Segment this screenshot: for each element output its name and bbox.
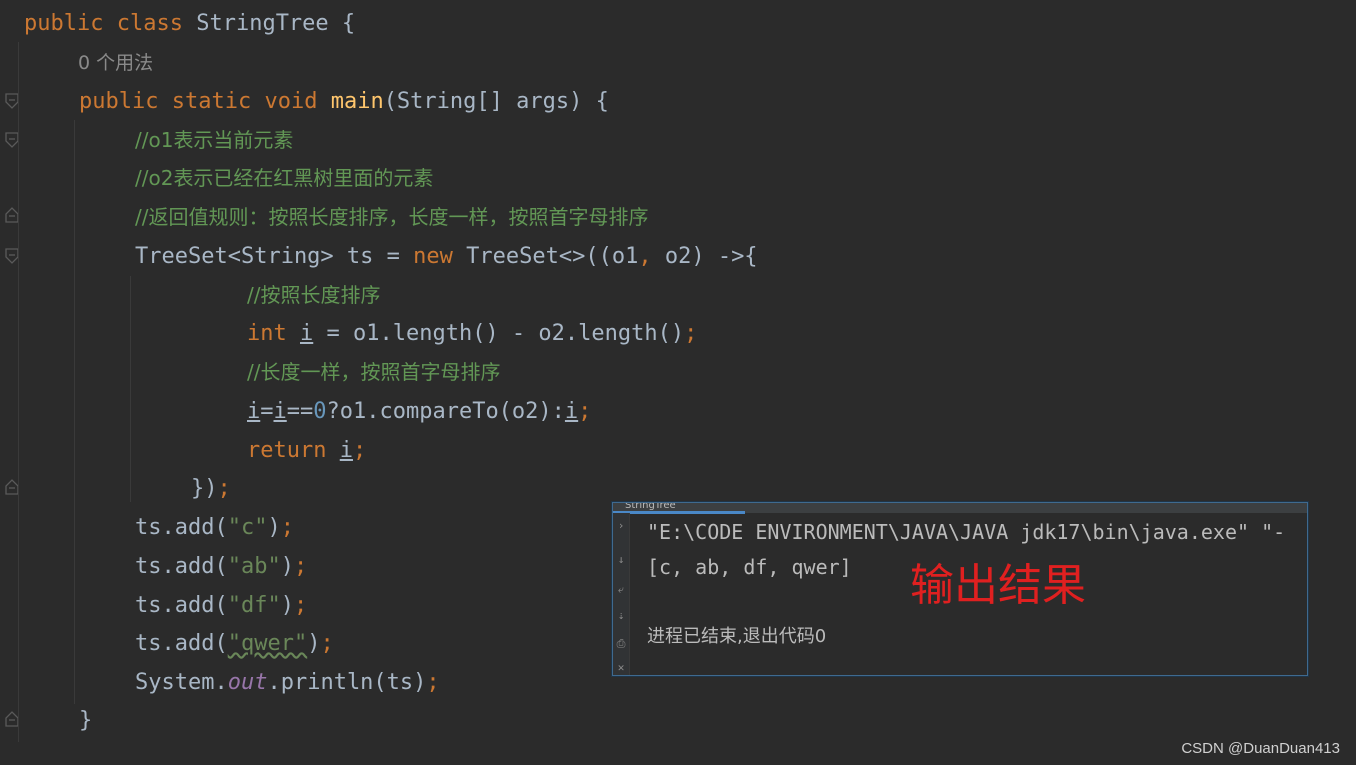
string-literal: "df": [227, 593, 281, 618]
keyword: static: [171, 89, 252, 114]
output-annotation: 输出结果: [910, 560, 1086, 611]
code-text: ts.add(: [135, 515, 228, 540]
console-output: [c, ab, df, qwer]: [647, 555, 852, 579]
number: 0: [313, 399, 327, 424]
code-line-return[interactable]: return i;: [247, 431, 1356, 470]
print-icon[interactable]: ⎙: [614, 637, 628, 651]
punctuation: ;: [578, 399, 592, 424]
run-panel-tabbar: StringTree: [613, 503, 1307, 514]
code-text: (String[] args) {: [383, 89, 609, 114]
comment: //返回值规则：按照长度排序，长度一样，按照首字母排序: [135, 205, 649, 229]
variable: i: [300, 321, 314, 346]
punctuation: ;: [293, 554, 308, 579]
code-line-comment[interactable]: //o2表示已经在红黑树里面的元素: [135, 159, 1356, 198]
code-text: TreeSet<>((o1: [452, 244, 639, 269]
scroll-to-end-icon[interactable]: ⇣: [614, 609, 628, 623]
punctuation: ;: [352, 438, 367, 463]
punctuation: ;: [293, 593, 308, 618]
code-text: o2) ->{: [651, 244, 758, 269]
usage-hint[interactable]: 0 个用法: [78, 45, 153, 81]
comment: //按照长度排序: [247, 283, 381, 307]
console-command-line: "E:\CODE ENVIRONMENT\JAVA\JAVA jdk17\bin…: [647, 520, 1286, 544]
code-text: ): [280, 593, 294, 618]
punctuation: ;: [217, 476, 231, 501]
code-line-comment[interactable]: //返回值规则：按照长度排序，长度一样，按照首字母排序: [135, 198, 1356, 237]
string-literal: "qwer": [227, 631, 308, 656]
string-literal: "ab": [227, 554, 281, 579]
static-field: out: [227, 670, 268, 695]
code-line-ternary[interactable]: i=i==0?o1.compareTo(o2):i;: [247, 392, 1356, 431]
comment: //o2表示已经在红黑树里面的元素: [135, 166, 434, 190]
console-exit-message: 进程已结束,退出代码0: [647, 626, 827, 647]
variable: i: [564, 399, 579, 424]
trash-icon[interactable]: ✕: [614, 661, 628, 675]
code-text: }: [79, 708, 93, 733]
code-line-comment[interactable]: //按照长度排序: [247, 276, 1356, 315]
variable: i: [339, 438, 353, 463]
method-name: main: [330, 89, 384, 114]
wrap-icon[interactable]: ⤶: [614, 583, 628, 597]
code-line-main-decl[interactable]: public static void main(String[] args) {: [79, 82, 1356, 121]
arrow-down-icon[interactable]: ↓: [614, 553, 628, 567]
code-text: ts.add(: [135, 554, 228, 579]
keyword: void: [264, 89, 318, 114]
code-text: ts.add(: [135, 593, 228, 618]
code-line-close-method[interactable]: }: [79, 701, 1356, 740]
code-line-comment[interactable]: //o1表示当前元素: [135, 121, 1356, 160]
code-text: }): [191, 476, 218, 501]
keyword: class: [116, 11, 183, 36]
code-text: = o1.length() - o2.length(): [313, 321, 685, 346]
code-line-comment[interactable]: //长度一样，按照首字母排序: [247, 353, 1356, 392]
keyword: return: [247, 438, 327, 463]
code-text: TreeSet<String> ts =: [135, 244, 414, 269]
variable: i: [247, 399, 261, 424]
watermark: CSDN @DuanDuan413: [1181, 740, 1340, 757]
code-line-int-decl[interactable]: int i = o1.length() - o2.length();: [247, 314, 1356, 353]
variable: i: [273, 399, 287, 424]
run-toolstrip: › ↓ ⤶ ⇣ ⎙ ✕: [613, 513, 630, 675]
operator: =: [260, 399, 274, 424]
punctuation: ;: [426, 670, 440, 695]
indent-guide: [74, 120, 75, 704]
comment: //长度一样，按照首字母排序: [247, 360, 501, 384]
code-text: .println(ts): [267, 670, 427, 695]
keyword: new: [413, 244, 453, 269]
keyword: public: [79, 89, 159, 114]
keyword: public: [24, 11, 104, 36]
operator: ==: [286, 399, 314, 424]
code-text: ): [307, 631, 321, 656]
code-text: ts.add(: [135, 631, 228, 656]
punctuation: ;: [320, 631, 334, 656]
comment: //o1表示当前元素: [135, 128, 294, 152]
code-line-treeset[interactable]: TreeSet<String> ts = new TreeSet<>((o1, …: [135, 237, 1356, 276]
indent-guide: [130, 276, 131, 502]
punctuation: ;: [684, 321, 698, 346]
class-name: StringTree {: [196, 11, 356, 36]
keyword: int: [247, 321, 287, 346]
punctuation: ;: [280, 515, 294, 540]
punctuation: ,: [638, 244, 652, 269]
code-line-class-decl[interactable]: public class StringTree {: [24, 4, 1356, 43]
active-tab-indicator: [613, 511, 745, 514]
code-text: ): [280, 554, 294, 579]
string-literal: "c": [227, 515, 268, 540]
rerun-icon[interactable]: ›: [614, 519, 628, 533]
code-text: System.: [135, 670, 228, 695]
code-text: ?o1.compareTo(o2):: [326, 399, 565, 424]
indent-guide: [18, 42, 19, 742]
code-text: ): [267, 515, 281, 540]
